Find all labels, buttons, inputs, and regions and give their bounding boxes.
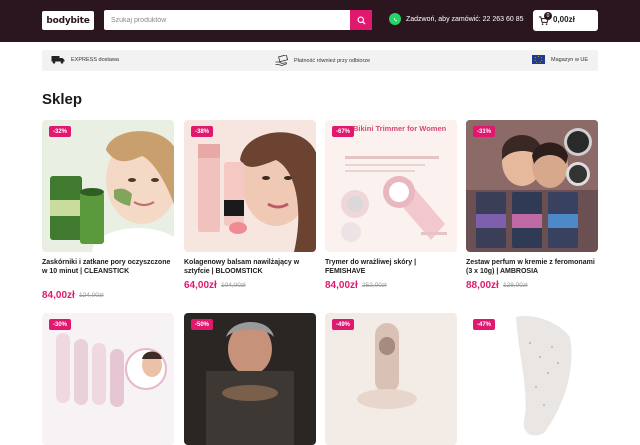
search-input[interactable]	[104, 10, 350, 30]
product-title[interactable]: Trymer do wrażliwej skóry | FEMISHAVE	[325, 258, 457, 277]
product-image[interactable]: -47%	[466, 313, 598, 445]
cart-button[interactable]: 0 0,00zł	[533, 10, 598, 31]
bodybite-logo[interactable]: bodybite	[42, 11, 94, 30]
product-image[interactable]: -49%	[325, 313, 457, 445]
phone-text: Zadzwoń, aby zamówić: 22 263 60 85	[406, 15, 524, 23]
discount-badge: -67%	[332, 126, 355, 137]
product-image[interactable]: -38%	[184, 120, 316, 252]
product-price: 88,00zł	[466, 280, 499, 291]
payment-info: Płatność również przy odbiorze	[275, 55, 370, 66]
hand-cash-icon	[275, 55, 288, 66]
discount-badge: -38%	[191, 126, 214, 137]
product-title[interactable]: Zestaw perfum w kremie z feromonami (3 x…	[466, 258, 598, 277]
truck-icon	[51, 56, 65, 64]
phone-contact[interactable]: Zadzwoń, aby zamówić: 22 263 60 85	[389, 13, 524, 25]
discount-badge: -49%	[332, 319, 355, 330]
discount-badge: -31%	[473, 126, 496, 137]
cart-total: 0,00zł	[553, 15, 575, 24]
delivery-info: EXPRESS dostawa	[51, 55, 119, 64]
product-price: 64,00zł	[184, 280, 217, 291]
product-price: 84,00zł	[325, 280, 358, 291]
payment-text: Płatność również przy odbiorze	[294, 57, 371, 64]
search-box	[104, 10, 372, 30]
product-old-price: 252,00zł	[362, 282, 387, 289]
discount-badge: -32%	[49, 126, 72, 137]
discount-badge: -47%	[473, 319, 496, 330]
product-old-price: 128,00zł	[503, 282, 528, 289]
product-image[interactable]: -30%	[42, 313, 174, 445]
product-title[interactable]: Kolagenowy balsam nawilżający w sztyfcie…	[184, 258, 316, 277]
product-old-price: 124,00zł	[79, 292, 104, 299]
eu-flag-icon	[532, 55, 545, 64]
shop-heading: Sklep	[42, 91, 83, 108]
delivery-text: EXPRESS dostawa	[71, 56, 119, 63]
product-old-price: 104,00zł	[221, 282, 246, 289]
warehouse-info: Magazyn w UE	[532, 55, 588, 64]
cart-count-badge: 0	[544, 12, 552, 20]
warehouse-text: Magazyn w UE	[551, 56, 588, 63]
product-image[interactable]: -32%	[42, 120, 174, 252]
search-button[interactable]	[350, 10, 372, 30]
product-price: 84,00zł	[42, 290, 75, 301]
whatsapp-icon	[389, 13, 401, 25]
product-image[interactable]: -50%	[184, 313, 316, 445]
discount-badge: -30%	[49, 319, 72, 330]
product-title[interactable]: Zaskórniki i zatkane pory oczyszczone w …	[42, 258, 174, 277]
product-image[interactable]: -31%	[466, 120, 598, 252]
product-image-caption: Bikini Trimmer for Women	[353, 124, 447, 133]
discount-badge: -50%	[191, 319, 214, 330]
benefits-bar: EXPRESS dostawa Płatność również przy od…	[42, 50, 598, 71]
search-icon	[356, 15, 366, 25]
top-bar: bodybite Zadzwoń, aby zamówić: 22 263 60…	[0, 0, 640, 42]
product-image[interactable]: Bikini Trimmer for Women -67%	[325, 120, 457, 252]
